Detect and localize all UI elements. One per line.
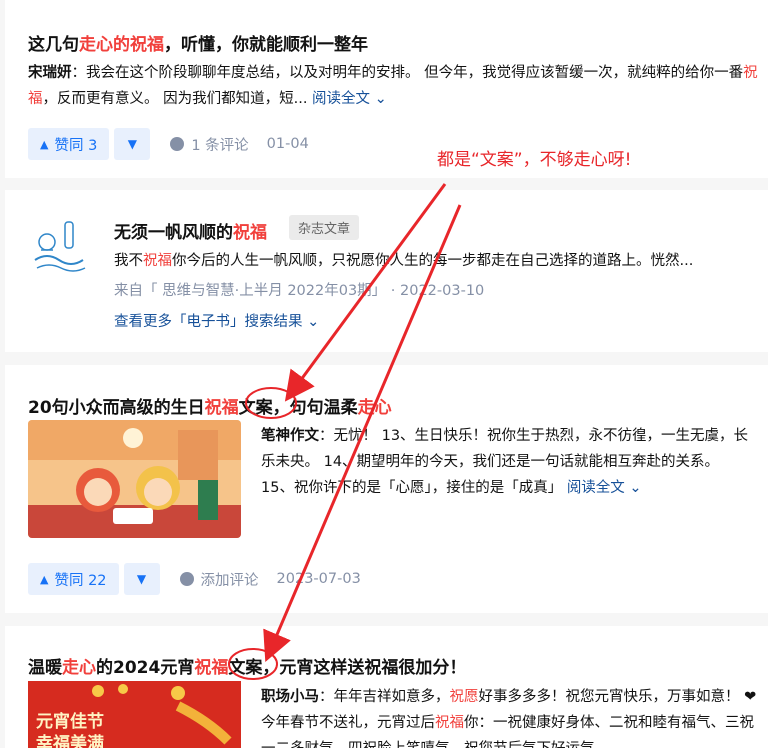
post-date: 2023-07-03 [276, 571, 361, 587]
downvote-button[interactable]: ▼ [114, 128, 151, 160]
triangle-down-icon: ▼ [127, 137, 137, 151]
article-title[interactable]: 温暖走心的2024元宵祝福文案，元宵这样送祝福很加分！ [28, 653, 466, 678]
answer-card-1: 这几句走心的祝福，听懂，你就能顺利一整年 宋瑞妍：我会在这个阶段聊聊年度总结，以… [5, 0, 768, 178]
birthday-thumbnail[interactable] [28, 420, 241, 538]
action-bar: ▲ 赞同 3 ▼ 1 条评论 01-04 [28, 128, 309, 160]
read-more-link[interactable]: 阅读全文 ⌄ [312, 91, 387, 107]
article-title[interactable]: 20句小众而高级的生日祝福文案，句句温柔走心 [28, 393, 392, 418]
triangle-up-icon: ▲ [40, 572, 49, 586]
chevron-down-icon: ⌄ [307, 314, 320, 330]
article-card-lantern: 温暖走心的2024元宵祝福文案，元宵这样送祝福很加分！ 元宵佳节 幸福美满 职场… [5, 626, 768, 748]
chevron-down-icon: ⌄ [374, 91, 387, 107]
comment-button[interactable]: 1 条评论 [170, 134, 249, 155]
category-tag: 杂志文章 [289, 215, 360, 240]
comment-icon [170, 137, 185, 151]
lantern-thumbnail[interactable]: 元宵佳节 幸福美满 [28, 681, 241, 748]
read-more-link[interactable]: 阅读全文 ⌄ [567, 480, 642, 496]
more-results-link[interactable]: 查看更多「电子书」搜索结果 ⌄ [114, 310, 319, 331]
magazine-thumbnail [25, 212, 95, 282]
ebook-excerpt[interactable]: 我不祝福你今后的人生一帆风顺，只祝愿你人生的每一步都走在自己选择的道路上。恍然.… [114, 248, 754, 274]
upvote-button[interactable]: ▲ 赞同 22 [28, 563, 119, 595]
post-excerpt[interactable]: 宋瑞妍：我会在这个阶段聊聊年度总结，以及对明年的安排。 但今年，我觉得应该暂缓一… [28, 60, 764, 112]
article-excerpt[interactable]: 职场小马：年年吉祥如意多，祝愿好事多多多！祝您元宵快乐，万事如意！ ❤ 今年春节… [261, 684, 761, 748]
author-name: 宋瑞妍 [28, 65, 72, 81]
upvote-button[interactable]: ▲ 赞同 3 [28, 128, 110, 160]
comment-icon [179, 572, 194, 586]
post-title[interactable]: 这几句走心的祝福，听懂，你就能顺利一整年 [28, 30, 368, 55]
comment-button[interactable]: 添加评论 [179, 569, 259, 590]
annotation-text: 都是“文案”，不够走心呀! [437, 150, 632, 170]
ebook-card: 无须一帆风顺的祝福 杂志文章 我不祝福你今后的人生一帆风顺，只祝愿你人生的每一步… [5, 190, 768, 352]
article-excerpt[interactable]: 笔神作文：无忧！ 13、生日快乐！祝你生于热烈，永不彷徨，一生无虞，长乐未央。 … [261, 423, 751, 501]
ebook-source: 来自「 思维与智慧·上半月 2022年03期」 · 2022-03-10 [114, 283, 485, 299]
action-bar: ▲ 赞同 22 ▼ 添加评论 2023-07-03 [28, 563, 361, 595]
triangle-down-icon: ▼ [136, 572, 147, 586]
triangle-up-icon: ▲ [40, 137, 49, 151]
ebook-title[interactable]: 无须一帆风顺的祝福 [114, 218, 267, 243]
downvote-button[interactable]: ▼ [123, 563, 160, 595]
author-name: 职场小马 [261, 689, 319, 705]
article-card-birthday: 20句小众而高级的生日祝福文案，句句温柔走心 笔神作文：无忧！ 13、生日快乐！… [5, 365, 768, 613]
author-name: 笔神作文 [261, 428, 319, 444]
post-date: 01-04 [266, 136, 309, 152]
thumbnail-caption: 元宵佳节 幸福美满 [36, 712, 104, 748]
chevron-down-icon: ⌄ [629, 480, 642, 496]
